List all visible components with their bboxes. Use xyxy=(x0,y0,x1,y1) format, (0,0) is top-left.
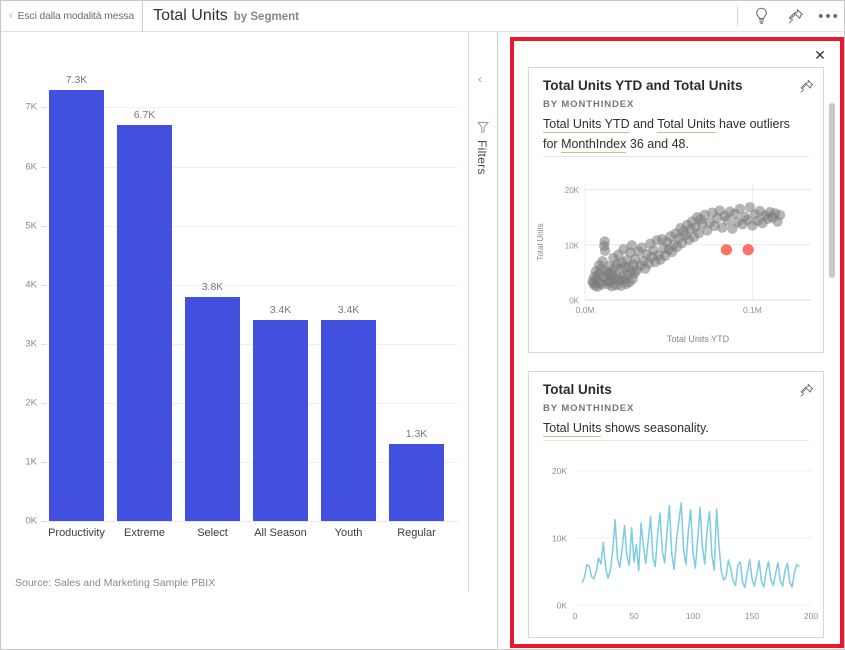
insight-card-subtitle: BY MONTHINDEX xyxy=(543,99,635,110)
bar-column[interactable]: 3.4K xyxy=(321,72,376,521)
bar-column[interactable]: 3.8K xyxy=(185,72,240,521)
x-axis-tick-label: 0.0M xyxy=(576,305,595,315)
x-axis-tick-label: 200 xyxy=(804,611,818,621)
scatter-outlier-point xyxy=(742,244,754,256)
scatter-point xyxy=(599,245,611,257)
body-text: shows seasonality. xyxy=(601,421,709,435)
bar-column[interactable]: 7.3K xyxy=(49,72,104,521)
toolbar-actions: ••• xyxy=(731,1,844,32)
y-axis-tick-label: 10K xyxy=(552,533,567,543)
x-axis-tick-label: 50 xyxy=(629,611,639,621)
body-text: 36 and 48. xyxy=(626,137,689,151)
insight-card-body: Total Units shows seasonality. xyxy=(543,418,805,438)
visual-title-main: Total Units xyxy=(153,7,228,24)
y-axis-tick-label: 20K xyxy=(552,466,567,476)
y-axis-tick-label: 0K xyxy=(25,515,37,527)
insight-card-title: Total Units YTD and Total Units xyxy=(543,78,743,93)
bar-data-label: 7.3K xyxy=(65,73,88,86)
bar-column[interactable]: 1.3K xyxy=(389,72,444,521)
scatter-point xyxy=(774,209,786,221)
scatter-point xyxy=(599,236,610,247)
y-axis-title: Total Units xyxy=(536,223,545,260)
bar-data-label: 6.7K xyxy=(133,109,156,122)
y-axis-tick-label: 5K xyxy=(25,220,37,232)
insights-panel-scrollbar[interactable] xyxy=(829,103,835,278)
insight-card-body: Total Units YTD and Total Units have out… xyxy=(543,114,805,154)
bar-data-label: 3.4K xyxy=(269,304,292,317)
x-axis-tick-label: 100 xyxy=(686,611,700,621)
y-axis-tick-label: 6K xyxy=(25,161,37,173)
source-note: Source: Sales and Marketing Sample PBIX xyxy=(15,577,216,589)
scatter-chart-svg: 0K10K20K0.0M 0.1MTotal Units YTDTotal Uni… xyxy=(536,184,811,344)
x-axis-title: Total Units YTD xyxy=(667,334,730,344)
visual-title-sub: by Segment xyxy=(233,11,299,23)
insights-panel: ✕ Total Units YTD and Total Units BY MON… xyxy=(516,43,838,642)
insight-card-divider xyxy=(543,156,809,157)
bar-data-label: 3.8K xyxy=(201,280,224,293)
close-icon[interactable]: ✕ xyxy=(810,45,830,65)
x-axis-tick-label: 0 xyxy=(573,611,578,621)
filter-icon xyxy=(476,120,490,139)
more-options-label: ••• xyxy=(818,7,840,25)
y-axis-tick-label: 2K xyxy=(25,397,37,409)
field-reference[interactable]: Total Units xyxy=(657,117,716,133)
insight-card-subtitle: BY MONTHINDEX xyxy=(543,403,635,414)
toolbar-divider xyxy=(737,5,738,27)
bar-column[interactable]: 3.4K xyxy=(253,72,308,521)
power-bi-report-window: ‹ Esci dalla modalità messa Total Units … xyxy=(0,0,845,650)
y-axis-tick-label: 20K xyxy=(565,186,580,195)
pin-icon[interactable] xyxy=(798,78,815,100)
bar[interactable] xyxy=(321,320,376,521)
insights-panel-highlight: ✕ Total Units YTD and Total Units BY MON… xyxy=(510,37,844,648)
x-axis-tick-label: 0.1M xyxy=(743,305,762,315)
lightbulb-icon[interactable] xyxy=(744,1,778,32)
line-series xyxy=(581,502,800,589)
exit-focus-mode-button[interactable]: ‹ Esci dalla modalità messa xyxy=(1,1,144,32)
y-axis-tick-label: 3K xyxy=(25,338,37,350)
y-axis-tick-label: 10K xyxy=(565,241,580,250)
line-chart-visual: 0K 10K 20K 0 50 100 150 200 xyxy=(529,450,825,635)
bar-data-label: 3.4K xyxy=(337,304,360,317)
insight-card[interactable]: Total Units YTD and Total Units BY MONTH… xyxy=(528,67,824,353)
more-options-button[interactable]: ••• xyxy=(812,1,844,32)
bar-chart-baseline xyxy=(45,521,458,522)
bar[interactable] xyxy=(49,89,104,521)
bar-data-label: 1.3K xyxy=(405,428,428,441)
scatter-chart-visual: 0K 10K 20K 0.0M 0.1M Total Units YTD Total Uni… xyxy=(529,168,825,348)
field-reference[interactable]: Total Units xyxy=(543,421,602,437)
pin-icon[interactable] xyxy=(798,382,815,404)
bar-column[interactable]: 6.7K xyxy=(117,72,172,521)
chevron-left-icon: ‹ xyxy=(9,10,13,22)
x-axis-category-label: Regular xyxy=(397,527,436,539)
bar-chart-plot-area: 7.3K 6.7K 3.8K 3.4K 3.4K 1.3K xyxy=(49,72,457,521)
insight-card-divider xyxy=(543,440,809,441)
filters-pane-label: Filters xyxy=(475,140,489,175)
y-axis-tick-label: 1K xyxy=(25,456,37,468)
field-reference[interactable]: Total Units YTD xyxy=(543,117,630,133)
bar[interactable] xyxy=(389,444,444,521)
y-axis-tick-label: 7K xyxy=(25,101,37,113)
body-text: and xyxy=(629,117,658,131)
insight-card[interactable]: Total Units BY MONTHINDEX Total Units sh… xyxy=(528,371,824,638)
insight-card-title: Total Units xyxy=(543,382,612,397)
report-canvas: 0K 1K 2K 3K 4K 5K 6K 7K 7.3K 6.7K 3.8K 3.4K 3.4K 1.3… xyxy=(1,32,498,649)
y-axis-tick-label: 4K xyxy=(25,279,37,291)
pin-icon[interactable] xyxy=(778,1,812,32)
y-axis-tick-label: 0K xyxy=(557,601,568,611)
visual-title: Total Units by Segment xyxy=(143,7,299,25)
bar-chart-visual[interactable]: 0K 1K 2K 3K 4K 5K 6K 7K 7.3K 6.7K 3.8K 3.4K 3.4K 1.3… xyxy=(1,32,469,592)
scatter-outlier-point xyxy=(720,244,733,256)
bar[interactable] xyxy=(117,125,172,521)
line-chart-svg: 0K 10K 20K 0 50 100 150 200 xyxy=(552,466,818,621)
bar[interactable] xyxy=(253,320,308,521)
bar[interactable] xyxy=(185,296,240,521)
report-toolbar: ‹ Esci dalla modalità messa Total Units … xyxy=(1,1,844,32)
filters-pane-collapsed[interactable]: ‹ Filters xyxy=(469,32,497,649)
exit-focus-mode-label: Esci dalla modalità messa xyxy=(17,10,135,22)
x-axis-tick-label: 150 xyxy=(745,611,759,621)
field-reference[interactable]: MonthIndex xyxy=(561,137,627,153)
expand-filters-chevron-icon[interactable]: ‹ xyxy=(478,72,482,86)
